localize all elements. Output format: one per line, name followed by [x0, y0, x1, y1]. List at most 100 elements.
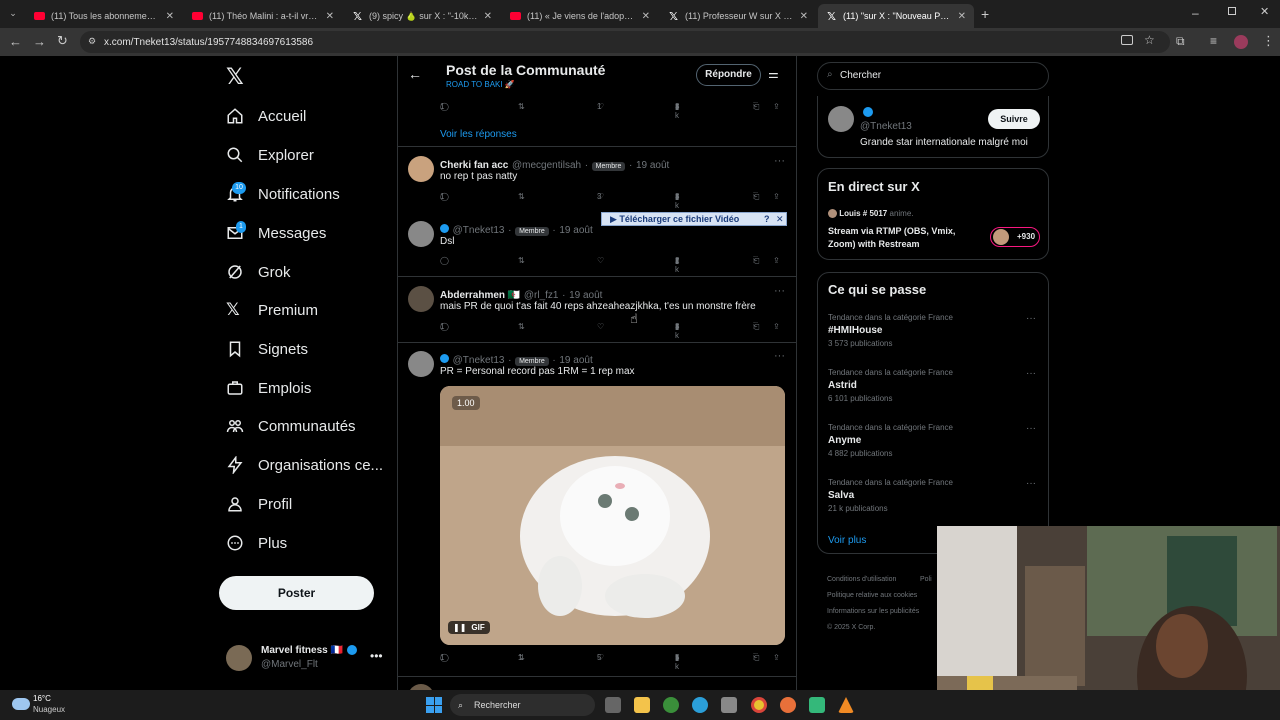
post-date[interactable]: 19 août: [636, 160, 669, 171]
author-handle[interactable]: @Tneket13: [453, 225, 505, 236]
gif-control[interactable]: ❚❚ GIF: [448, 621, 490, 634]
new-tab-plus-icon[interactable]: +: [981, 6, 989, 22]
url-field[interactable]: ⚙ x.com/Tneket13/status/1957748834697613…: [80, 31, 1170, 53]
nav-item-premium[interactable]: 𝕏 Premium: [226, 295, 318, 325]
trend-item[interactable]: Tendance dans la catégorie France Salva …: [828, 478, 1040, 522]
account-switcher[interactable]: Marvel fitness 🇫🇷 @Marvel_Flt •••: [226, 643, 386, 673]
cast-icon[interactable]: [1121, 35, 1133, 45]
nav-item-grok[interactable]: Grok: [226, 257, 291, 287]
see-more-link[interactable]: Voir plus: [828, 535, 866, 546]
settings-sliders-icon[interactable]: ⚌: [768, 67, 779, 81]
menu-lines-icon[interactable]: ≡: [1210, 34, 1217, 48]
avatar[interactable]: [408, 156, 434, 182]
firefox-icon[interactable]: [780, 697, 796, 713]
nav-item-emplois[interactable]: Emplois: [226, 373, 311, 403]
chrome-icon[interactable]: [751, 697, 767, 713]
more-dots-icon[interactable]: ···: [1026, 313, 1036, 324]
store-icon[interactable]: [721, 697, 737, 713]
kebab-menu-icon[interactable]: ⋮: [1262, 33, 1275, 49]
post-date[interactable]: 19 août: [559, 225, 592, 236]
browser-tab[interactable]: (11) « Je viens de l'adopter, je n ✕: [502, 4, 658, 28]
close-icon[interactable]: ✕: [776, 213, 784, 225]
app-icon[interactable]: [809, 697, 825, 713]
nav-item-communautes[interactable]: Communautés: [226, 411, 356, 441]
reply-button[interactable]: Répondre: [696, 64, 761, 86]
live-host[interactable]: Louis # 5017 anime.: [828, 209, 914, 219]
close-icon[interactable]: ✕: [484, 11, 492, 22]
edge-icon[interactable]: [692, 697, 708, 713]
close-icon[interactable]: ✕: [166, 11, 174, 22]
nav-item-plus[interactable]: Plus: [226, 528, 287, 558]
more-dots-icon[interactable]: ···: [774, 285, 785, 297]
site-info-icon[interactable]: ⚙: [88, 36, 96, 47]
live-viewers-pill[interactable]: +930: [990, 227, 1040, 247]
heart-icon[interactable]: ♡: [597, 256, 604, 265]
avatar[interactable]: [408, 286, 434, 312]
live-stream-title[interactable]: Stream via RTMP (OBS, Vmix, Zoom) with R…: [828, 225, 980, 251]
footer-link[interactable]: Poli: [920, 572, 932, 588]
forward-arrow-icon[interactable]: →: [33, 34, 46, 49]
bookmark-icon[interactable]: ⎗: [753, 192, 759, 202]
close-icon[interactable]: ✕: [326, 11, 334, 22]
vlc-icon[interactable]: [838, 697, 854, 713]
nav-item-explorer[interactable]: Explorer: [226, 140, 314, 170]
close-window-icon[interactable]: ✕: [1260, 5, 1269, 18]
help-icon[interactable]: ?: [764, 213, 770, 225]
bookmark-icon[interactable]: ⎗: [753, 322, 759, 332]
trend-item[interactable]: Tendance dans la catégorie France #HMIHo…: [828, 313, 1040, 357]
taskbar-search-input[interactable]: ⌕ Rechercher: [450, 694, 595, 716]
minimize-icon[interactable]: –: [1192, 6, 1199, 20]
restore-icon[interactable]: [1228, 7, 1236, 15]
retweet-icon[interactable]: ⇅: [518, 192, 525, 201]
retweet-icon[interactable]: ⇅: [518, 256, 525, 265]
author-handle[interactable]: @rl_fz1: [524, 290, 559, 301]
nav-item-accueil[interactable]: Accueil: [226, 101, 306, 131]
share-icon[interactable]: ⇪: [773, 102, 780, 111]
xbox-icon[interactable]: [663, 697, 679, 713]
task-view-icon[interactable]: [605, 697, 621, 713]
more-dots-icon[interactable]: ···: [1026, 423, 1036, 434]
footer-link[interactable]: Politique relative aux cookies: [827, 588, 937, 604]
more-dots-icon[interactable]: •••: [370, 649, 383, 663]
back-arrow-icon[interactable]: ←: [9, 34, 22, 49]
bookmark-icon[interactable]: ⎗: [753, 653, 759, 663]
see-replies-link[interactable]: Voir les réponses: [440, 129, 517, 140]
star-icon[interactable]: ☆: [1144, 33, 1155, 47]
tab-list-chevron-icon[interactable]: ⌄: [6, 8, 20, 20]
windows-start-icon[interactable]: [426, 697, 442, 713]
browser-tab-active[interactable]: 𝕏 (11) "sur X : "Nouveau PR à 60k ✕: [818, 4, 974, 28]
avatar[interactable]: [408, 221, 434, 247]
close-icon[interactable]: ✕: [642, 11, 650, 22]
file-explorer-icon[interactable]: [634, 697, 650, 713]
playback-speed-label[interactable]: 1.00: [452, 396, 480, 410]
back-arrow-icon[interactable]: ←: [408, 66, 422, 82]
retweet-icon[interactable]: ⇅: [518, 102, 525, 111]
reload-icon[interactable]: ↻: [57, 33, 68, 49]
extensions-icon[interactable]: ⧉: [1176, 34, 1185, 49]
trend-item[interactable]: Tendance dans la catégorie France Astrid…: [828, 368, 1040, 412]
share-icon[interactable]: ⇪: [773, 256, 780, 265]
profile-avatar-icon[interactable]: [1234, 35, 1248, 49]
avatar[interactable]: [408, 351, 434, 377]
profile-handle[interactable]: @Tneket13: [860, 121, 912, 132]
bookmark-icon[interactable]: ⎗: [753, 102, 759, 112]
nav-item-signets[interactable]: Signets: [226, 334, 308, 364]
author-handle[interactable]: @mecgentilsah: [512, 160, 581, 171]
post-date[interactable]: 19 août: [569, 290, 602, 301]
download-video-overlay[interactable]: ▶ Télécharger ce fichier Vidéo ? ✕: [601, 212, 787, 226]
x-logo[interactable]: 𝕏: [226, 64, 244, 90]
author-name[interactable]: Cherki fan acc: [440, 160, 508, 171]
browser-tab[interactable]: 𝕏 (11) Professeur W sur X : "Synth ✕: [660, 4, 816, 28]
browser-tab[interactable]: (11) Théo Malini : a-t-il vraimen ✕: [184, 4, 342, 28]
avatar[interactable]: [828, 106, 854, 132]
post-date[interactable]: 19 août: [559, 355, 592, 366]
heart-icon[interactable]: ♡: [597, 322, 604, 331]
retweet-icon[interactable]: ⇅: [518, 322, 525, 331]
search-input[interactable]: ⌕ Chercher: [817, 62, 1049, 90]
author-handle[interactable]: @Tneket13: [453, 355, 505, 366]
browser-tab[interactable]: (11) Tous les abonnements - Yo ✕: [26, 4, 182, 28]
bookmark-icon[interactable]: ⎗: [753, 256, 759, 266]
share-icon[interactable]: ⇪: [773, 192, 780, 201]
community-name[interactable]: ROAD TO BAKI 🚀: [446, 80, 515, 89]
share-icon[interactable]: ⇪: [773, 322, 780, 331]
